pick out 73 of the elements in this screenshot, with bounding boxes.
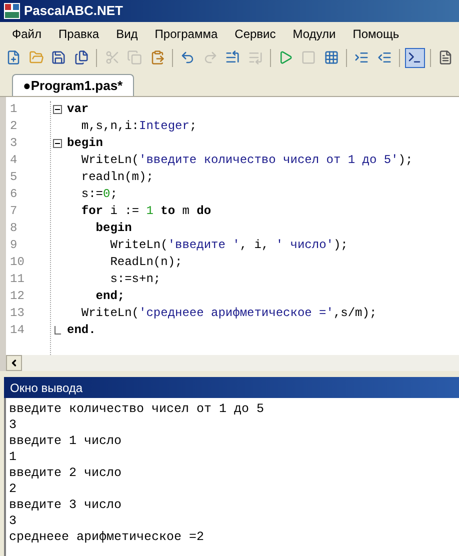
output-line: введите количество чисел от 1 до 5 — [9, 401, 264, 417]
menu-item[interactable]: Помощь — [352, 24, 400, 42]
code-line: s:=0; — [80, 186, 118, 203]
menu-item[interactable]: Вид — [116, 24, 138, 42]
code-line: WriteLn('введите ', i, ' число'); — [109, 237, 348, 254]
line-number: 8 — [10, 220, 18, 237]
output-line: введите 2 число — [9, 465, 122, 481]
menu-item[interactable]: Сервис — [234, 24, 276, 42]
document-icon — [438, 50, 453, 65]
line-number: 4 — [10, 152, 18, 169]
outdent-icon — [376, 50, 392, 65]
code-line: WriteLn('введите количество чисел от 1 до 5'); — [80, 152, 413, 169]
line-number: 11 — [10, 271, 24, 288]
scissors-icon — [104, 50, 120, 65]
code-editor[interactable] — [0, 97, 459, 355]
play-icon — [278, 50, 294, 65]
terminal-icon — [407, 50, 422, 65]
clipboard-icon — [150, 50, 165, 65]
list-icon — [248, 50, 263, 65]
code-line: WriteLn('среднеее арифметическое =',s/m); — [80, 305, 377, 322]
output-line: введите 1 число — [9, 433, 122, 449]
code-line: end. — [67, 322, 96, 339]
code-line: var — [67, 101, 89, 118]
window-title: PascalABC.NET — [24, 2, 123, 20]
code-line: readln(m); — [80, 169, 154, 186]
folder-icon — [28, 50, 44, 65]
code-line: s:=s+n; — [109, 271, 161, 288]
output-line: введите 3 число — [9, 497, 122, 513]
code-line: m,s,n,i:Integer; — [80, 118, 197, 135]
file-tab[interactable]: ●Program1.pas* — [12, 74, 134, 96]
undo-icon — [180, 50, 196, 65]
code-line: for i := 1 to m do — [80, 203, 212, 220]
fold-toggle-icon[interactable] — [53, 105, 62, 114]
redo-icon — [202, 50, 218, 65]
menu-item[interactable]: Правка — [58, 24, 100, 42]
line-number: 10 — [10, 254, 24, 271]
menu-item[interactable]: Файл — [12, 24, 42, 42]
grid-icon — [324, 50, 339, 65]
code-line: begin — [94, 220, 132, 237]
line-number: 6 — [10, 186, 18, 203]
output-line: 3 — [9, 417, 17, 433]
output-line: 3 — [9, 513, 17, 529]
output-line: среднеее арифметическое =2 — [9, 529, 204, 545]
code-line: ReadLn(n); — [109, 254, 182, 271]
menu-item[interactable]: Программа — [154, 24, 218, 42]
code-line: end; — [94, 288, 125, 305]
line-number: 5 — [10, 169, 18, 186]
arrow-left-icon — [9, 358, 19, 368]
indent-icon — [354, 50, 370, 65]
scroll-left-button[interactable] — [6, 355, 22, 371]
stop-icon — [300, 50, 316, 65]
horizontal-scrollbar[interactable] — [0, 355, 459, 371]
line-number: 13 — [10, 305, 24, 322]
app-logo-icon — [4, 3, 20, 19]
line-number: 3 — [10, 135, 18, 152]
output-title: Окно вывода — [10, 380, 83, 396]
toolbar-button[interactable] — [404, 48, 425, 68]
output-line: 2 — [9, 481, 17, 497]
line-number: 2 — [10, 118, 18, 135]
new-file-icon — [6, 50, 22, 65]
line-number: 1 — [10, 101, 18, 118]
floppy-icon — [51, 50, 66, 65]
code-line: begin — [67, 135, 104, 152]
output-line: 1 — [9, 449, 17, 465]
line-number: 9 — [10, 237, 18, 254]
line-number: 12 — [10, 288, 24, 305]
list-icon — [225, 50, 240, 65]
line-number: 7 — [10, 203, 18, 220]
menu-item[interactable]: Модули — [292, 24, 336, 42]
copy-icon — [127, 50, 142, 65]
line-number: 14 — [10, 322, 24, 339]
files-icon — [74, 50, 89, 65]
fold-toggle-icon[interactable] — [53, 139, 62, 148]
